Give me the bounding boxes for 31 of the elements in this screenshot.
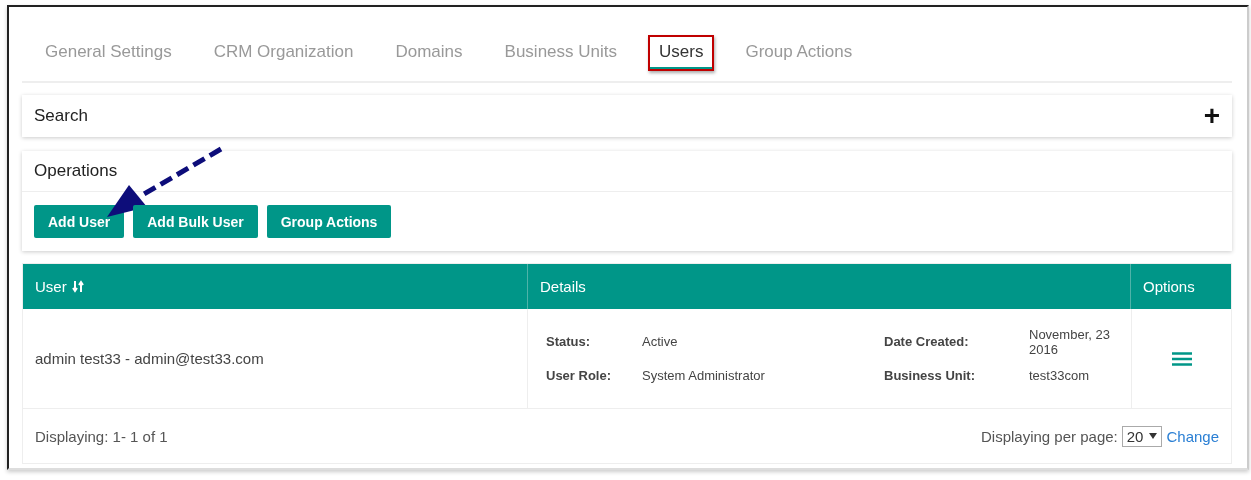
detail-label: User Role: (546, 368, 613, 383)
action-button[interactable]: Group Actions (266, 205, 392, 238)
user-cell: admin test33 - admin@test33.com (35, 350, 264, 367)
expand-button[interactable]: + (1203, 102, 1220, 130)
tab[interactable]: CRM Organization (202, 35, 365, 71)
panel-title: Operations (34, 161, 118, 181)
detail-label: Status: (546, 334, 592, 349)
menu-icon[interactable] (1172, 351, 1192, 366)
detail-label: Business Unit: (884, 368, 976, 383)
sort-icon[interactable] (71, 280, 84, 293)
detail-value: test33com (1029, 368, 1090, 383)
tab[interactable]: Business Units (493, 35, 628, 71)
tab[interactable]: Users (648, 35, 715, 71)
action-button[interactable]: Add Bulk User (133, 205, 258, 238)
column-header[interactable]: User (35, 278, 67, 295)
detail-label: Date Created: (884, 334, 970, 349)
per-page-select[interactable]: 20 (1121, 425, 1163, 447)
detail-value: Active (642, 334, 679, 349)
column-header: Details (540, 278, 586, 295)
caret-icon (1149, 433, 1158, 439)
action-button[interactable]: Add User (34, 205, 125, 238)
tab[interactable]: General Settings (34, 35, 183, 71)
detail-value: November, 23 2016 (1029, 326, 1111, 357)
panel-title: Search (34, 106, 88, 126)
displaying-count: Displaying: 1- 1 of 1 (35, 427, 168, 445)
per-page-label: Displaying per page: (981, 427, 1118, 445)
tab[interactable]: Group Actions (734, 35, 864, 71)
detail-value: System Administrator (642, 368, 766, 383)
column-header: Options (1143, 278, 1195, 295)
tab[interactable]: Domains (384, 35, 474, 71)
change-link[interactable]: Change (1166, 427, 1219, 445)
